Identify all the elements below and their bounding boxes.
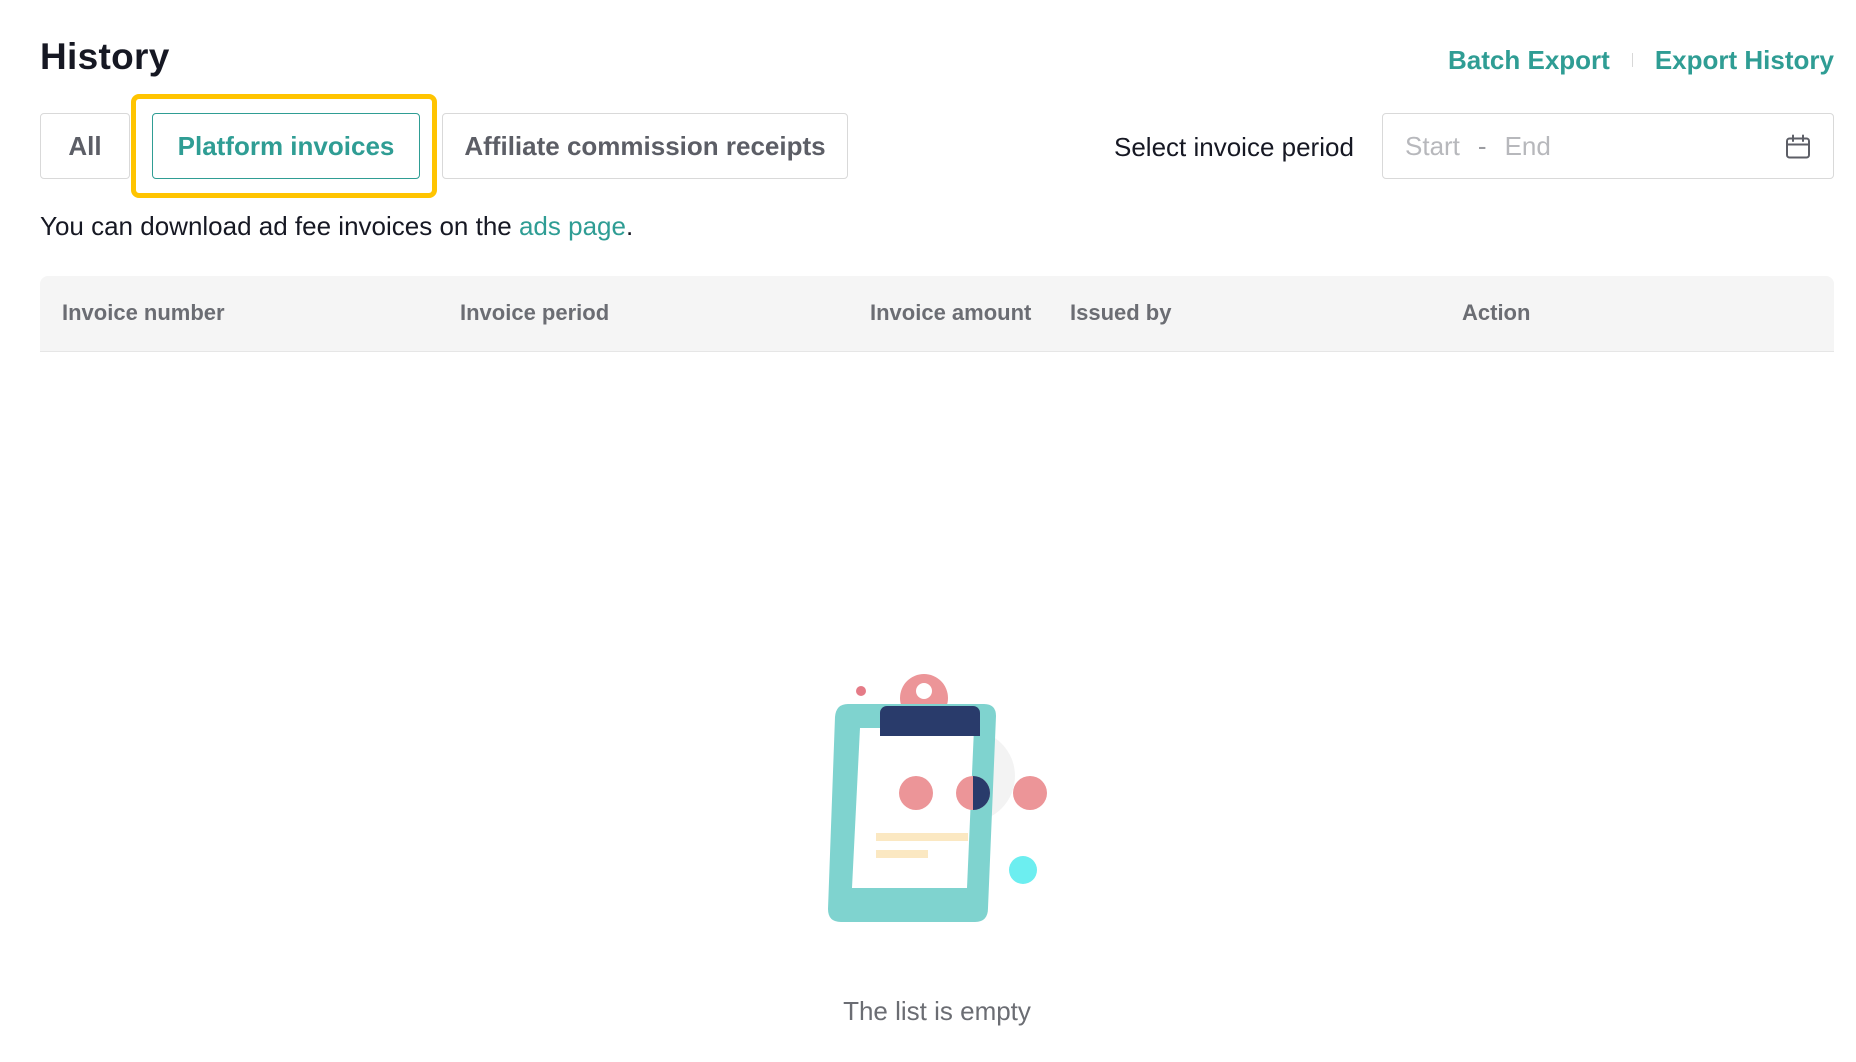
table-header: Invoice number Invoice period Invoice am…: [40, 276, 1834, 352]
link-divider: [1631, 53, 1633, 67]
page-title: History: [40, 36, 170, 77]
invoice-period-label: Select invoice period: [1114, 132, 1354, 162]
date-range-picker[interactable]: Start - End: [1382, 113, 1834, 179]
tab-all[interactable]: All: [40, 113, 130, 179]
batch-export-link[interactable]: Batch Export: [1448, 44, 1610, 76]
history-page: History Batch Export Export History All …: [0, 0, 1856, 1062]
header-links: Batch Export Export History: [1448, 44, 1834, 76]
end-date-placeholder[interactable]: End: [1505, 131, 1551, 162]
note-text: You can download ad fee invoices on the: [40, 211, 519, 241]
column-invoice-amount: Invoice amount: [870, 300, 1032, 325]
ads-page-link[interactable]: ads page: [519, 211, 626, 241]
column-invoice-number: Invoice number: [62, 300, 225, 325]
note-period: .: [625, 211, 634, 241]
column-invoice-period: Invoice period: [460, 300, 610, 325]
calendar-icon[interactable]: [1785, 134, 1811, 160]
column-action: Action: [1462, 300, 1531, 325]
column-issued-by: Issued by: [1070, 300, 1172, 325]
ads-invoice-note: You can download ad fee invoices on the …: [40, 211, 633, 242]
date-separator: -: [1477, 130, 1487, 161]
empty-state-message: The list is empty: [843, 996, 1031, 1026]
tab-platform-invoices[interactable]: Platform invoices: [152, 113, 420, 179]
tab-affiliate-commission-receipts[interactable]: Affiliate commission receipts: [442, 113, 848, 179]
clipboard-empty-icon: [828, 674, 1047, 922]
start-date-placeholder[interactable]: Start: [1405, 131, 1460, 162]
export-history-link[interactable]: Export History: [1655, 44, 1834, 76]
invoice-type-tabs: All Platform invoices Affiliate commissi…: [40, 113, 848, 179]
